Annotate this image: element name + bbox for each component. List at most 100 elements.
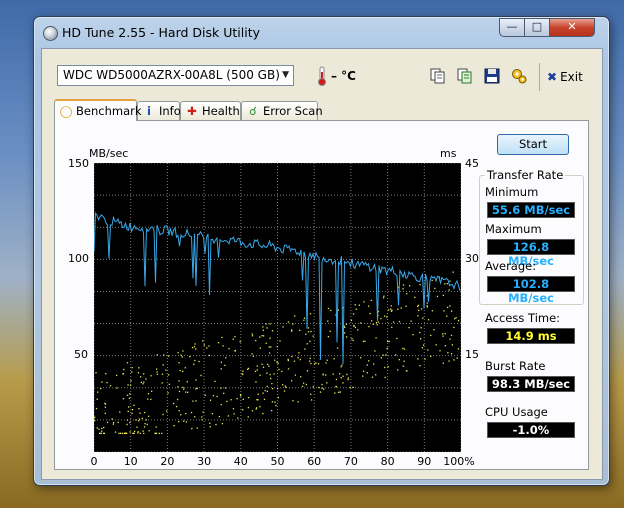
save-icon[interactable] bbox=[483, 67, 501, 85]
access-time-point bbox=[284, 385, 287, 387]
access-time-point bbox=[247, 416, 249, 418]
access-time-point bbox=[237, 417, 239, 419]
access-time-point bbox=[318, 386, 320, 389]
tab-label: Health bbox=[202, 104, 240, 118]
options-icon[interactable] bbox=[510, 67, 528, 85]
average-label: Average: bbox=[485, 259, 537, 273]
access-time-point bbox=[352, 313, 355, 315]
access-time-point bbox=[178, 421, 180, 423]
x-tick-label: 60 bbox=[307, 455, 322, 468]
access-time-point bbox=[354, 326, 357, 329]
access-time-point bbox=[372, 323, 374, 325]
access-time-point bbox=[131, 367, 133, 369]
tab-info[interactable]: i Info bbox=[137, 101, 181, 120]
access-time-point bbox=[451, 344, 453, 346]
access-time-point bbox=[147, 393, 150, 395]
access-time-point bbox=[410, 320, 412, 322]
access-time-point bbox=[251, 353, 253, 355]
access-time-point bbox=[247, 397, 250, 399]
access-time-point bbox=[184, 367, 186, 369]
access-time-point bbox=[122, 398, 125, 400]
maximum-label: Maximum bbox=[485, 222, 542, 236]
right-tick-label: 30 bbox=[465, 252, 479, 265]
access-time-point bbox=[422, 317, 424, 319]
access-time-point bbox=[315, 362, 317, 364]
access-time-point bbox=[291, 355, 293, 358]
maximize-button[interactable]: □ bbox=[524, 18, 550, 37]
access-time-point bbox=[444, 283, 446, 285]
access-time-point bbox=[421, 347, 424, 349]
tab-error-scan[interactable]: ☌ Error Scan bbox=[241, 101, 323, 120]
app-disk-icon bbox=[43, 26, 58, 41]
access-time-point bbox=[402, 347, 404, 350]
access-time-point bbox=[426, 302, 428, 304]
drive-select[interactable]: WDC WD5000AZRX-00A8L (500 GB) ▼ bbox=[57, 65, 294, 86]
access-time-point bbox=[106, 421, 109, 424]
access-time-point bbox=[194, 416, 196, 418]
app-window: HD Tune 2.55 - Hard Disk Utility — □ ✕ W… bbox=[33, 16, 610, 486]
access-time-point bbox=[305, 383, 307, 386]
access-time-point bbox=[131, 408, 134, 411]
minimum-value: 55.6 MB/sec bbox=[487, 202, 575, 218]
access-time-point bbox=[162, 364, 164, 366]
access-time-point bbox=[117, 421, 119, 424]
access-time-point bbox=[156, 354, 158, 356]
access-time-point bbox=[450, 334, 453, 337]
access-time-point bbox=[251, 335, 254, 337]
access-time-point bbox=[345, 336, 348, 338]
access-time-point bbox=[374, 350, 376, 352]
access-time-point bbox=[402, 365, 404, 367]
access-time-point bbox=[298, 352, 300, 354]
x-tick-label: 100% bbox=[443, 455, 475, 468]
tab-health[interactable]: ✚ Health bbox=[180, 101, 241, 120]
access-time-point bbox=[256, 369, 258, 371]
access-time-point bbox=[151, 390, 153, 392]
start-button[interactable]: Start bbox=[497, 134, 569, 155]
access-time-point bbox=[95, 407, 98, 410]
access-time-point bbox=[101, 381, 103, 383]
copy-icon[interactable] bbox=[429, 67, 447, 85]
access-time-point bbox=[321, 383, 323, 386]
access-time-point bbox=[195, 388, 197, 390]
access-time-point bbox=[183, 388, 185, 390]
access-time-point bbox=[325, 362, 327, 364]
access-time-point bbox=[303, 317, 306, 319]
access-time-point bbox=[129, 421, 131, 424]
magnifier-icon: ☌ bbox=[249, 104, 257, 118]
access-time-point bbox=[338, 391, 340, 394]
access-time-point bbox=[408, 326, 410, 329]
tab-label: Info bbox=[159, 104, 181, 118]
minimize-button[interactable]: — bbox=[499, 18, 525, 37]
access-time-point bbox=[442, 362, 444, 364]
title-bar[interactable]: HD Tune 2.55 - Hard Disk Utility — □ ✕ bbox=[34, 17, 609, 47]
access-time-point bbox=[397, 369, 399, 371]
access-time-point bbox=[327, 307, 330, 310]
access-time-point bbox=[104, 406, 107, 408]
access-time-point bbox=[150, 375, 152, 377]
access-time-point bbox=[394, 354, 397, 356]
access-time-point bbox=[220, 368, 222, 370]
tab-benchmark[interactable]: ◯ Benchmark bbox=[54, 99, 142, 121]
access-time-point bbox=[402, 284, 405, 286]
access-time-point bbox=[167, 392, 169, 394]
access-time-point bbox=[104, 402, 106, 405]
close-button[interactable]: ✕ bbox=[549, 18, 595, 37]
access-time-point bbox=[271, 387, 274, 390]
exit-button[interactable]: ✖ Exit bbox=[547, 70, 583, 84]
access-time-point bbox=[276, 361, 278, 363]
access-time-point bbox=[436, 295, 439, 298]
access-time-point bbox=[227, 415, 230, 417]
access-time-point bbox=[353, 325, 355, 327]
access-time-point bbox=[449, 338, 451, 340]
access-time-point bbox=[417, 315, 419, 317]
access-time-point bbox=[143, 411, 146, 414]
access-time-point bbox=[373, 363, 375, 365]
access-time-point bbox=[261, 363, 263, 366]
temperature-value: – °C bbox=[331, 69, 356, 83]
access-time-point bbox=[387, 366, 389, 368]
access-time-point bbox=[340, 377, 342, 379]
access-time-point bbox=[293, 360, 296, 362]
copy-all-icon[interactable] bbox=[456, 67, 474, 85]
left-tick-label: 100 bbox=[68, 252, 89, 265]
access-time-point bbox=[211, 413, 214, 415]
